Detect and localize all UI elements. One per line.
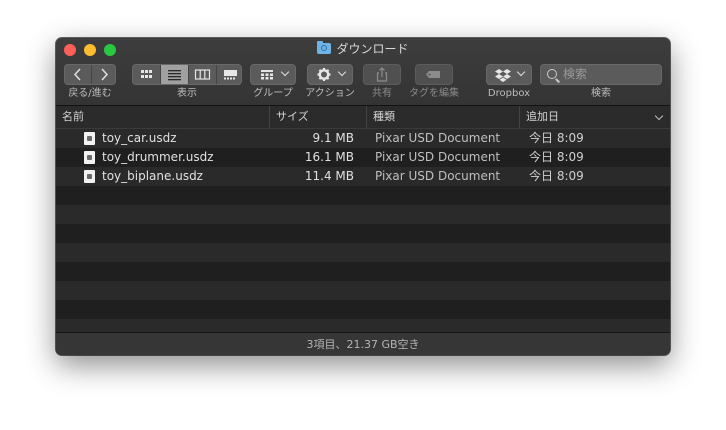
chevron-right-icon [101,68,109,81]
file-name: toy_drummer.usdz [102,150,214,164]
empty-row [56,281,670,300]
empty-row [56,243,670,262]
forward-button[interactable] [91,65,115,84]
tag-icon [426,71,440,78]
file-list: toy_car.usdz 9.1 MB Pixar USD Document 今… [56,129,670,332]
action-button[interactable] [307,64,353,85]
chevron-down-icon [516,67,526,77]
empty-row [56,319,670,332]
gallery-icon [224,70,237,80]
column-date-added[interactable]: 追加日 [519,106,670,128]
table-row[interactable]: toy_drummer.usdz 16.1 MB Pixar USD Docum… [56,148,670,167]
chevron-down-icon [280,67,290,77]
usdz-file-icon [84,151,95,164]
search-icon [547,69,557,79]
chevron-left-icon [73,68,81,81]
search-placeholder: 検索 [563,67,588,81]
view-mode-control [132,64,242,85]
share-button[interactable] [363,64,401,85]
group-button[interactable] [250,64,296,85]
back-button[interactable] [65,65,90,84]
empty-row [56,262,670,281]
column-header: 名前 サイズ 種類 追加日 [56,106,670,129]
table-row[interactable]: toy_biplane.usdz 11.4 MB Pixar USD Docum… [56,167,670,186]
empty-row [56,300,670,319]
column-size[interactable]: サイズ [269,106,366,128]
file-kind: Pixar USD Document [375,131,501,145]
file-kind: Pixar USD Document [375,150,501,164]
finder-window: ダウンロード 戻る/進む 表示 グループ アクション 共有 タグを編集 Drop… [56,38,670,355]
chevron-down-icon [337,67,347,77]
file-size: 16.1 MB [304,150,354,164]
columns-icon [194,69,211,80]
view-columns-button[interactable] [188,65,216,84]
window-title: ダウンロード [56,41,670,57]
folder-icon [317,41,332,54]
empty-row [56,224,670,243]
back-forward-control [64,64,116,85]
empty-row [56,205,670,224]
usdz-file-icon [84,132,95,145]
file-date: 今日 8:09 [529,169,584,183]
column-name[interactable]: 名前 [56,106,269,128]
file-kind: Pixar USD Document [375,169,501,183]
dropbox-button[interactable] [486,64,532,85]
window-title-text: ダウンロード [336,42,409,56]
tag-button[interactable] [415,64,453,85]
view-icons-button[interactable] [133,65,160,84]
table-row[interactable]: toy_car.usdz 9.1 MB Pixar USD Document 今… [56,129,670,148]
file-size: 11.4 MB [304,169,354,183]
search-field[interactable]: 検索 [540,64,662,85]
file-name: toy_biplane.usdz [102,169,203,183]
column-kind[interactable]: 種類 [366,106,519,128]
file-date: 今日 8:09 [529,131,584,145]
share-icon [376,67,388,82]
status-bar: 3項目、21.37 GB空き [56,332,670,355]
dropbox-label: Dropbox [487,88,531,99]
share-label: 共有 [372,88,392,99]
action-label: アクション [305,88,355,99]
empty-row [56,186,670,205]
file-name: toy_car.usdz [102,131,177,145]
title-bar: ダウンロード 戻る/進む 表示 グループ アクション 共有 タグを編集 Drop… [56,38,670,106]
file-date: 今日 8:09 [529,150,584,164]
dropbox-icon [495,69,511,82]
back-forward-label: 戻る/進む [68,88,112,99]
column-date-added-label: 追加日 [526,110,559,123]
grid-icon [141,70,152,78]
usdz-file-icon [84,170,95,183]
group-label: グループ [253,88,293,99]
tag-label: タグを編集 [409,88,459,99]
group-icon [261,70,273,80]
view-label: 表示 [177,88,197,99]
view-list-button[interactable] [160,65,188,84]
search-label: 検索 [591,88,611,99]
file-size: 9.1 MB [312,131,354,145]
list-icon [168,70,181,81]
gear-icon [317,68,331,81]
view-gallery-button[interactable] [216,65,241,84]
sort-chevron-icon [654,111,664,121]
